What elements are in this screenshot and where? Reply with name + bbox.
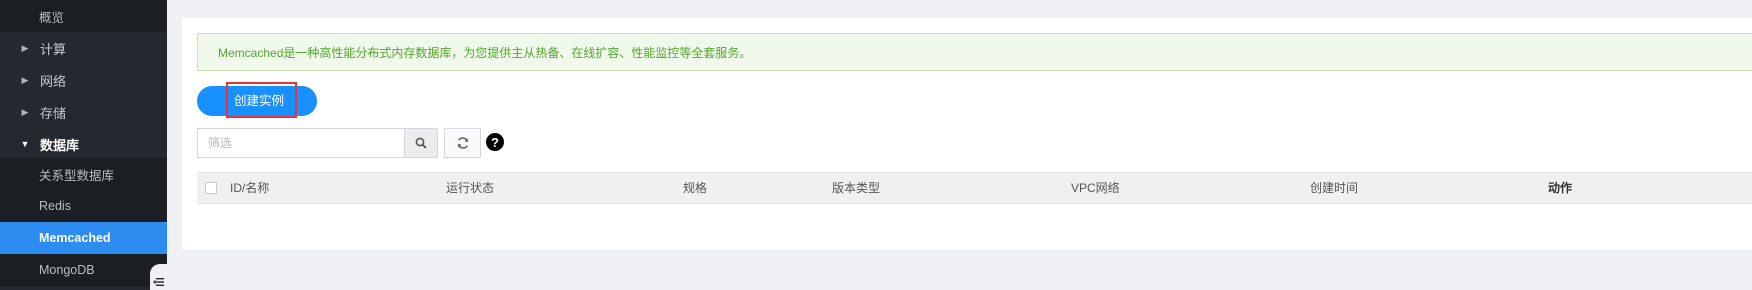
table-header: ID/名称 运行状态 规格 版本类型 VPC网络 创建时间 动作 (197, 172, 1752, 204)
sidebar-item-redis[interactable]: Redis (0, 190, 167, 222)
column-header-version[interactable]: 版本类型 (832, 173, 880, 203)
help-label: ? (491, 134, 499, 150)
sidebar-item-label: Memcached (39, 231, 111, 245)
help-icon[interactable]: ? (486, 133, 504, 151)
main-panel: Memcached是一种高性能分布式内存数据库，为您提供主从热备、在线扩容、性能… (182, 18, 1752, 250)
select-all-checkbox[interactable] (205, 182, 217, 194)
column-header-actions: 动作 (1548, 181, 1573, 195)
sidebar-item-compute[interactable]: ▶ 计算 (0, 32, 167, 64)
chevron-down-icon: ▼ (20, 139, 30, 149)
refresh-icon (457, 137, 468, 149)
column-header-spec[interactable]: 规格 (683, 173, 707, 203)
chevron-right-icon: ▶ (21, 42, 29, 53)
notice-text: Memcached是一种高性能分布式内存数据库，为您提供主从热备、在线扩容、性能… (218, 45, 752, 60)
sidebar-item-storage[interactable]: ▶ 存储 (0, 96, 167, 128)
column-header-vpc[interactable]: VPC网络 (1071, 173, 1120, 203)
sidebar-item-database[interactable]: ▼ 数据库 (0, 128, 167, 160)
sidebar-item-mongodb[interactable]: MongoDB (0, 254, 167, 286)
column-header-id[interactable]: ID/名称 (230, 173, 269, 203)
info-notice: Memcached是一种高性能分布式内存数据库，为您提供主从热备、在线扩容、性能… (197, 33, 1752, 71)
chevron-right-icon: ▶ (21, 106, 29, 117)
sidebar-item-label: Redis (39, 199, 71, 213)
sidebar-item-label: 概览 (39, 10, 65, 25)
sidebar-item-label: 计算 (40, 41, 67, 57)
sidebar: 概览 ▶ 计算 ▶ 网络 ▶ 存储 ▼ 数据库 关系型数据库 Redis Mem… (0, 0, 167, 290)
refresh-button[interactable] (444, 128, 481, 158)
filter-box (197, 128, 404, 158)
search-button[interactable] (404, 128, 438, 158)
search-icon (415, 137, 427, 149)
filter-input[interactable] (198, 129, 404, 157)
sidebar-item-label: 存储 (40, 105, 67, 121)
sidebar-item-label: 数据库 (40, 137, 80, 153)
column-header-created[interactable]: 创建时间 (1310, 173, 1358, 203)
sidebar-item-label: MongoDB (39, 263, 95, 277)
chevron-right-icon: ▶ (21, 74, 29, 85)
sidebar-item-network[interactable]: ▶ 网络 (0, 64, 167, 96)
sidebar-item-memcached[interactable]: Memcached (0, 222, 167, 254)
sidebar-item-label: 网络 (40, 73, 67, 89)
highlight-box (226, 82, 297, 118)
sidebar-item-label: 关系型数据库 (39, 168, 115, 183)
collapse-menu-icon[interactable] (150, 264, 167, 290)
column-header-status[interactable]: 运行状态 (446, 173, 494, 203)
sidebar-item-relational-db[interactable]: 关系型数据库 (0, 158, 167, 190)
sidebar-item-overview[interactable]: 概览 (0, 0, 167, 32)
